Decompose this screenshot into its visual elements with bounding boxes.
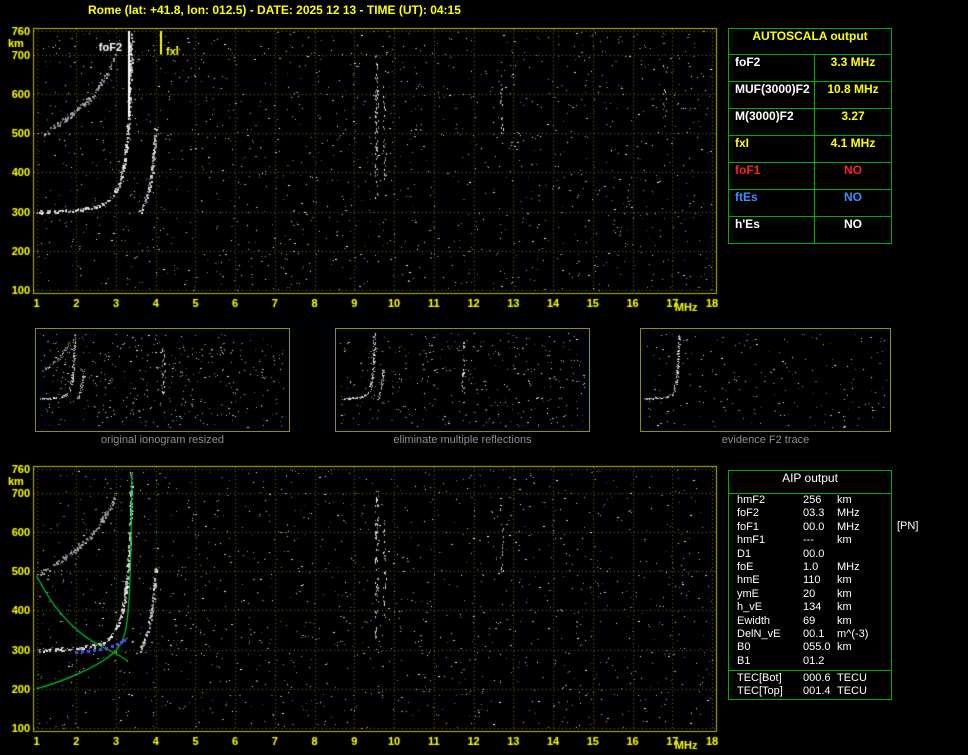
tec-row-TEC[Top]: TEC[Top] 001.4 TECU [729, 685, 891, 698]
ionogram-main-canvas [0, 20, 740, 322]
aip-row-foF1: foF1 00.0 MHz [729, 521, 891, 534]
aip-label: foF1 [737, 520, 760, 533]
aip-value: 20 [803, 587, 816, 600]
autoscala-param-value: 10.8 MHz [827, 82, 879, 96]
aip-value: 055.0 [803, 641, 831, 654]
aip-value: 00.0 [803, 547, 825, 560]
aip-value: 03.3 [803, 507, 825, 520]
station-header: Rome (lat: +41.8, lon: 012.5) - DATE: 20… [88, 3, 461, 17]
aip-value: 110 [803, 574, 821, 587]
aip-table-rows: hmF2 256 km foF2 03.3 MHz foF1 00.0 MHz hmF1 --- km… [729, 494, 891, 668]
autoscala-param-value: 3.27 [841, 109, 865, 123]
aip-unit: km [837, 641, 852, 654]
aip-label: B1 [737, 654, 751, 667]
aip-value: 00.1 [803, 627, 825, 640]
aip-unit: km [837, 601, 852, 614]
aip-label: hmE [737, 574, 760, 587]
aip-unit: MHz [837, 520, 860, 533]
aip-unit: MHz [837, 507, 860, 520]
aip-value: 69 [803, 614, 816, 627]
aip-label: hmF1 [737, 534, 766, 547]
aip-value: 256 [803, 494, 822, 506]
aip-row-B0: B0 055.0 km [729, 641, 891, 654]
panel-caption-original: original ionogram resized [101, 434, 224, 446]
autoscala-param-value: NO [844, 190, 862, 204]
autoscala-row-MUF(3000)F2: MUF(3000)F2 10.8 MHz [729, 82, 891, 109]
aip-label: hmF2 [737, 494, 766, 506]
autoscala-param-label: M(3000)F2 [729, 109, 815, 135]
aip-row-ymE: ymE 20 km [729, 588, 891, 601]
aip-unit: TECU [837, 685, 867, 698]
aip-label: TEC[Top] [737, 685, 783, 698]
aip-row-foF2: foF2 03.3 MHz [729, 507, 891, 520]
aip-unit: m^(-3) [837, 627, 869, 640]
autoscala-param-label: fxI [729, 136, 815, 162]
panel-caption-eliminate: eliminate multiple reflections [393, 434, 532, 446]
aip-unit: km [837, 574, 852, 587]
autoscala-row-h'Es: h'Es NO [729, 217, 891, 243]
aip-value: 01.2 [803, 654, 825, 667]
aip-label: foE [737, 560, 754, 573]
tec-row-TEC[Bot]: TEC[Bot] 000.6 TECU [729, 672, 891, 685]
aip-row-DelN_vE: DelN_vE 00.1 m^(-3) [729, 628, 891, 641]
panel-eliminate-multiples-canvas [335, 328, 590, 432]
aip-unit: km [837, 587, 852, 600]
aip-tec-separator: TEC[Bot] 000.6 TECU TEC[Top] 001.4 TECU [729, 670, 891, 699]
autoscala-param-value: 4.1 MHz [830, 136, 876, 150]
aip-label: Ewidth [737, 614, 771, 627]
aip-value: --- [803, 534, 814, 547]
aip-value: 00.0 [803, 520, 825, 533]
autoscala-row-M(3000)F2: M(3000)F2 3.27 [729, 109, 891, 136]
autoscala-param-label: foF1 [729, 163, 815, 189]
autoscala-param-label: h'Es [729, 217, 815, 243]
aip-label: ymE [737, 587, 759, 600]
autoscala-param-label: ftEs [729, 190, 815, 216]
autoscala-param-value: NO [844, 163, 862, 177]
autoscala-table-title: AUTOSCALA output [729, 29, 891, 55]
aip-unit: km [837, 534, 852, 547]
aip-unit: km [837, 494, 852, 506]
aip-row-B1: B1 01.2 [729, 655, 891, 668]
aip-row-D1: D1 00.0 [729, 548, 891, 561]
aip-row-hmE: hmE 110 km [729, 574, 891, 587]
aip-output-table: AIP output hmF2 256 km foF2 03.3 MHz foF1 00.0 M… [728, 470, 892, 700]
autoscala-table-rows: foF2 3.3 MHz MUF(3000)F2 10.8 MHz M(3000)F2 3… [729, 55, 891, 243]
autoscala-param-label: MUF(3000)F2 [729, 82, 815, 108]
aip-foF1-note: [PN] [897, 520, 919, 532]
panel-caption-evidence: evidence F2 trace [721, 434, 810, 446]
autoscala-param-value: 3.3 MHz [830, 55, 876, 69]
autoscala-row-foF2: foF2 3.3 MHz [729, 55, 891, 82]
ionogram-aip-canvas [0, 458, 740, 754]
aip-tec-rows: TEC[Bot] 000.6 TECU TEC[Top] 001.4 TECU [729, 672, 891, 699]
aip-label: TEC[Bot] [737, 672, 782, 685]
aip-label: D1 [737, 547, 752, 560]
autoscala-row-ftEs: ftEs NO [729, 190, 891, 217]
autoscala-param-value: NO [844, 217, 862, 231]
aip-table-title: AIP output [729, 471, 891, 494]
aip-value: 001.4 [803, 685, 831, 698]
aip-unit: km [837, 614, 852, 627]
aip-value: 1.0 [803, 560, 819, 573]
aip-row-h_vE: h_vE 134 km [729, 601, 891, 614]
aip-unit: TECU [837, 672, 867, 685]
panel-evidence-f2-canvas [640, 328, 891, 432]
aip-unit [837, 655, 891, 668]
aip-row-Ewidth: Ewidth 69 km [729, 615, 891, 628]
aip-unit: MHz [837, 560, 860, 573]
panel-original-ionogram-canvas [35, 328, 290, 432]
aip-label: h_vE [737, 601, 763, 614]
aip-label: DelN_vE [737, 627, 781, 640]
aip-row-foE: foE 1.0 MHz [729, 561, 891, 574]
aip-unit [837, 548, 891, 561]
aip-row-hmF1: hmF1 --- km [729, 534, 891, 547]
autoscala-row-foF1: foF1 NO [729, 163, 891, 190]
autoscala-row-fxI: fxI 4.1 MHz [729, 136, 891, 163]
aip-row-hmF2: hmF2 256 km [729, 494, 891, 507]
autoscala-param-label: foF2 [729, 55, 815, 81]
aip-value: 000.6 [803, 672, 831, 685]
autoscala-output-table: AUTOSCALA output foF2 3.3 MHz MUF(3000)F2 1… [728, 28, 892, 244]
aip-label: B0 [737, 641, 751, 654]
aip-value: 134 [803, 601, 822, 614]
aip-label: foF2 [737, 507, 760, 520]
